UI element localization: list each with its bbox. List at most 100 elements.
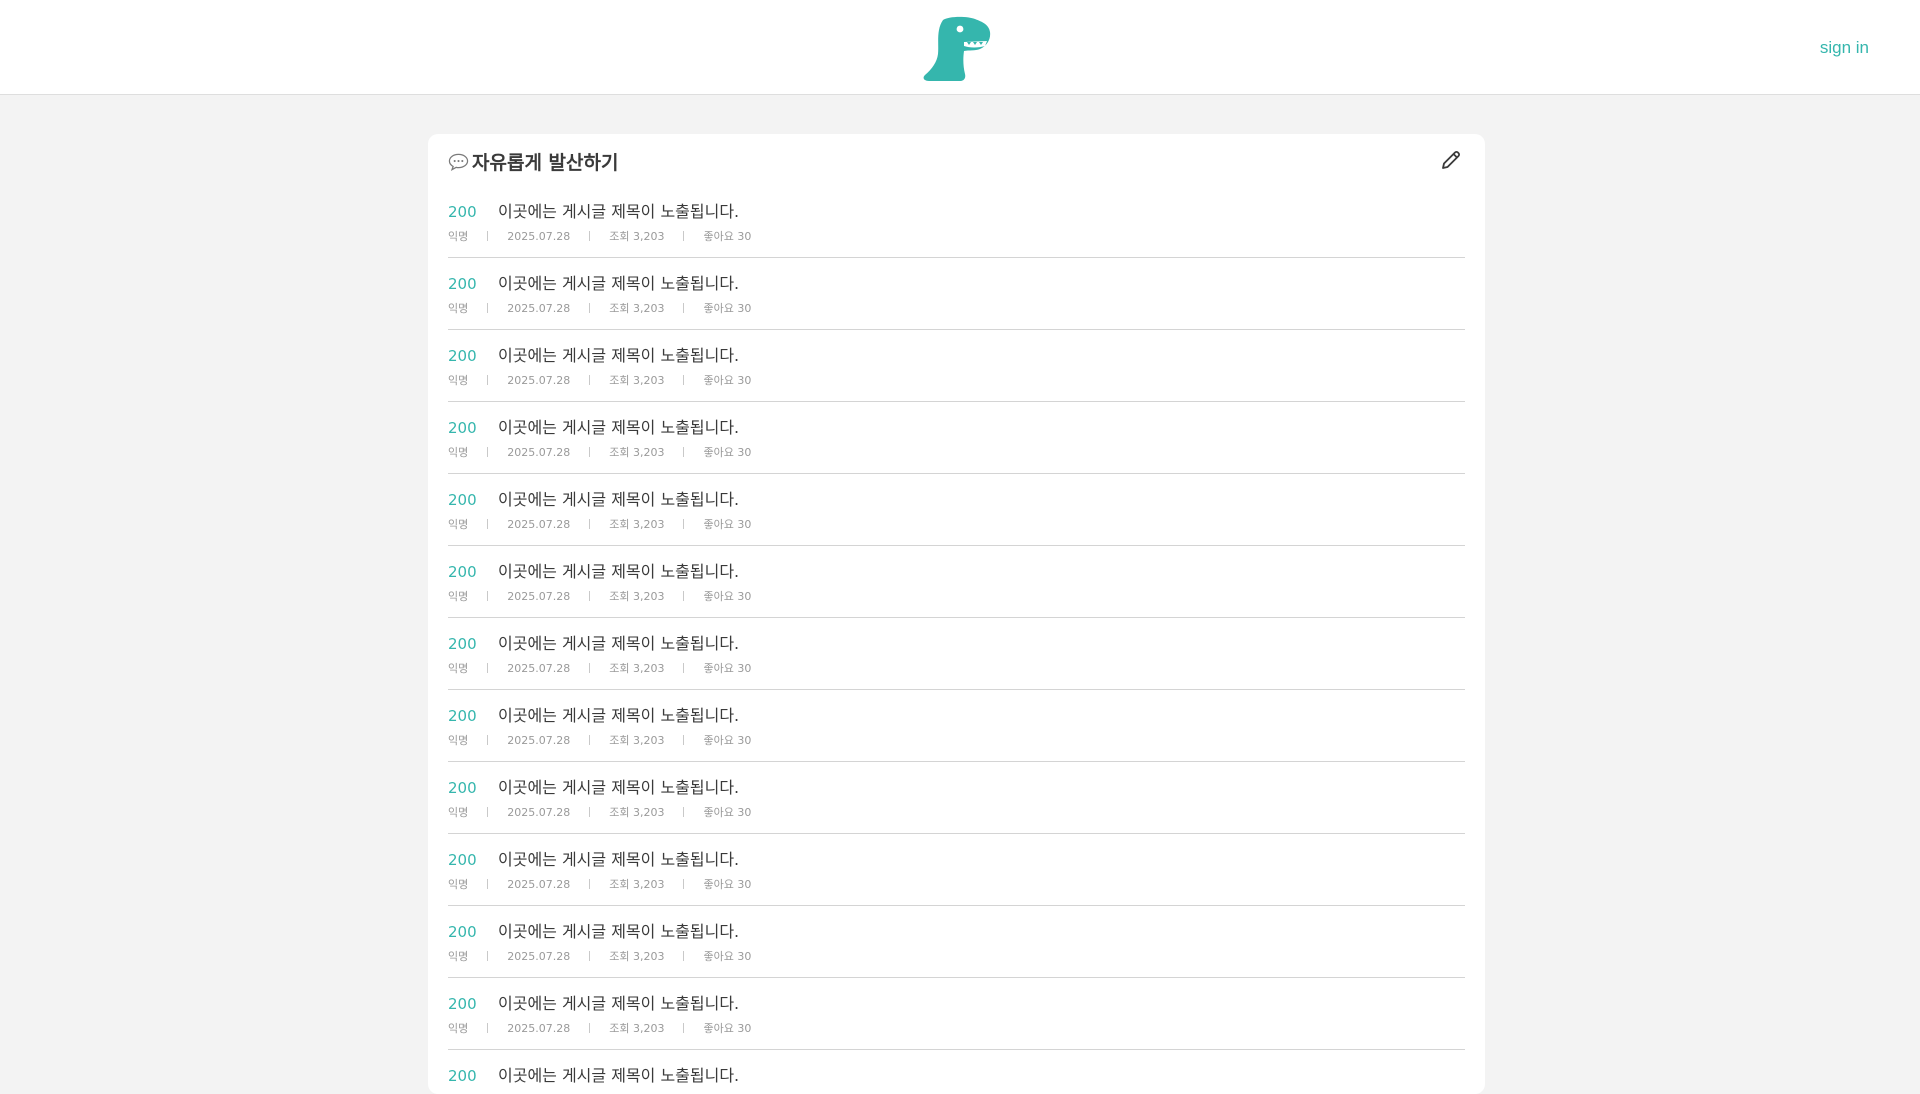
- post-likes: 좋아요 30: [703, 948, 751, 964]
- meta-divider: [589, 879, 590, 889]
- post-item[interactable]: 200 이곳에는 게시글 제목이 노출됩니다. 익명 2025.07.28 조회…: [448, 330, 1465, 402]
- post-likes: 좋아요 30: [703, 300, 751, 316]
- post-title[interactable]: 이곳에는 게시글 제목이 노출됩니다.: [498, 342, 739, 366]
- meta-divider: [487, 519, 488, 529]
- post-author: 익명: [448, 516, 468, 532]
- meta-divider: [683, 879, 684, 889]
- post-title[interactable]: 이곳에는 게시글 제목이 노출됩니다.: [498, 486, 739, 510]
- post-title[interactable]: 이곳에는 게시글 제목이 노출됩니다.: [498, 198, 739, 222]
- post-title[interactable]: 이곳에는 게시글 제목이 노출됩니다.: [498, 414, 739, 438]
- post-headline: 200 이곳에는 게시글 제목이 노출됩니다.: [448, 1062, 739, 1086]
- meta-divider: [589, 375, 590, 385]
- post-date: 2025.07.28: [507, 590, 570, 603]
- post-meta: 익명 2025.07.28 조회 3,203 좋아요 30: [448, 732, 751, 748]
- post-views: 조회 3,203: [609, 444, 664, 460]
- post-meta: 익명 2025.07.28 조회 3,203 좋아요 30: [448, 516, 751, 532]
- meta-divider: [683, 591, 684, 601]
- post-comment-count: 200: [448, 1067, 498, 1085]
- post-author: 익명: [448, 804, 468, 820]
- post-headline: 200 이곳에는 게시글 제목이 노출됩니다.: [448, 630, 739, 654]
- post-comment-count: 200: [448, 275, 498, 293]
- post-author: 익명: [448, 300, 468, 316]
- post-list: 200 이곳에는 게시글 제목이 노출됩니다. 익명 2025.07.28 조회…: [448, 186, 1465, 1094]
- post-views: 조회 3,203: [609, 228, 664, 244]
- meta-divider: [589, 951, 590, 961]
- post-author: 익명: [448, 948, 468, 964]
- post-author: 익명: [448, 660, 468, 676]
- post-item[interactable]: 200 이곳에는 게시글 제목이 노출됩니다. 익명 2025.07.28 조회…: [448, 186, 1465, 258]
- post-meta: 익명 2025.07.28 조회 3,203 좋아요 30: [448, 300, 751, 316]
- board-title-text: 자유롭게 발산하기: [472, 148, 618, 175]
- post-item[interactable]: 200 이곳에는 게시글 제목이 노출됩니다. 익명 2025.07.28 조회…: [448, 906, 1465, 978]
- post-item[interactable]: 200 이곳에는 게시글 제목이 노출됩니다. 익명 2025.07.28 조회…: [448, 618, 1465, 690]
- post-views: 조회 3,203: [609, 588, 664, 604]
- post-item[interactable]: 200 이곳에는 게시글 제목이 노출됩니다. 익명 2025.07.28 조회…: [448, 402, 1465, 474]
- post-date: 2025.07.28: [507, 734, 570, 747]
- post-headline: 200 이곳에는 게시글 제목이 노출됩니다.: [448, 270, 739, 294]
- post-meta: 익명 2025.07.28 조회 3,203 좋아요 30: [448, 228, 751, 244]
- post-comment-count: 200: [448, 779, 498, 797]
- post-item[interactable]: 200 이곳에는 게시글 제목이 노출됩니다. 익명 2025.07.28 조회…: [448, 834, 1465, 906]
- post-comment-count: 200: [448, 563, 498, 581]
- meta-divider: [487, 951, 488, 961]
- meta-divider: [487, 591, 488, 601]
- post-item[interactable]: 200 이곳에는 게시글 제목이 노출됩니다. 익명 2025.07.28 조회…: [448, 1050, 1465, 1094]
- post-likes: 좋아요 30: [703, 1020, 751, 1036]
- meta-divider: [589, 1023, 590, 1033]
- post-item[interactable]: 200 이곳에는 게시글 제목이 노출됩니다. 익명 2025.07.28 조회…: [448, 546, 1465, 618]
- post-author: 익명: [448, 444, 468, 460]
- post-author: 익명: [448, 372, 468, 388]
- board-header: 자유롭게 발산하기: [448, 134, 1465, 186]
- meta-divider: [683, 231, 684, 241]
- post-likes: 좋아요 30: [703, 372, 751, 388]
- post-item[interactable]: 200 이곳에는 게시글 제목이 노출됩니다. 익명 2025.07.28 조회…: [448, 690, 1465, 762]
- post-headline: 200 이곳에는 게시글 제목이 노출됩니다.: [448, 414, 739, 438]
- meta-divider: [487, 303, 488, 313]
- board-title: 자유롭게 발산하기: [448, 148, 618, 175]
- post-item[interactable]: 200 이곳에는 게시글 제목이 노출됩니다. 익명 2025.07.28 조회…: [448, 258, 1465, 330]
- post-views: 조회 3,203: [609, 1020, 664, 1036]
- post-likes: 좋아요 30: [703, 444, 751, 460]
- meta-divider: [683, 663, 684, 673]
- post-date: 2025.07.28: [507, 878, 570, 891]
- post-headline: 200 이곳에는 게시글 제목이 노출됩니다.: [448, 990, 739, 1014]
- sign-in-link[interactable]: sign in: [1820, 38, 1869, 58]
- post-headline: 200 이곳에는 게시글 제목이 노출됩니다.: [448, 486, 739, 510]
- meta-divider: [683, 807, 684, 817]
- post-date: 2025.07.28: [507, 374, 570, 387]
- meta-divider: [589, 807, 590, 817]
- post-likes: 좋아요 30: [703, 804, 751, 820]
- post-title[interactable]: 이곳에는 게시글 제목이 노출됩니다.: [498, 990, 739, 1014]
- post-item[interactable]: 200 이곳에는 게시글 제목이 노출됩니다. 익명 2025.07.28 조회…: [448, 978, 1465, 1050]
- pencil-icon[interactable]: [1439, 148, 1463, 172]
- post-title[interactable]: 이곳에는 게시글 제목이 노출됩니다.: [498, 630, 739, 654]
- meta-divider: [683, 447, 684, 457]
- post-date: 2025.07.28: [507, 950, 570, 963]
- post-title[interactable]: 이곳에는 게시글 제목이 노출됩니다.: [498, 846, 739, 870]
- post-title[interactable]: 이곳에는 게시글 제목이 노출됩니다.: [498, 270, 739, 294]
- meta-divider: [589, 303, 590, 313]
- post-item[interactable]: 200 이곳에는 게시글 제목이 노출됩니다. 익명 2025.07.28 조회…: [448, 474, 1465, 546]
- post-likes: 좋아요 30: [703, 228, 751, 244]
- meta-divider: [487, 375, 488, 385]
- meta-divider: [487, 1023, 488, 1033]
- post-title[interactable]: 이곳에는 게시글 제목이 노출됩니다.: [498, 558, 739, 582]
- post-title[interactable]: 이곳에는 게시글 제목이 노출됩니다.: [498, 918, 739, 942]
- post-comment-count: 200: [448, 347, 498, 365]
- post-title[interactable]: 이곳에는 게시글 제목이 노출됩니다.: [498, 702, 739, 726]
- post-comment-count: 200: [448, 923, 498, 941]
- post-views: 조회 3,203: [609, 732, 664, 748]
- post-meta: 익명 2025.07.28 조회 3,203 좋아요 30: [448, 588, 751, 604]
- post-item[interactable]: 200 이곳에는 게시글 제목이 노출됩니다. 익명 2025.07.28 조회…: [448, 762, 1465, 834]
- post-title[interactable]: 이곳에는 게시글 제목이 노출됩니다.: [498, 1062, 739, 1086]
- meta-divider: [683, 303, 684, 313]
- post-meta: 익명 2025.07.28 조회 3,203 좋아요 30: [448, 1020, 751, 1036]
- post-date: 2025.07.28: [507, 230, 570, 243]
- post-meta: 익명 2025.07.28 조회 3,203 좋아요 30: [448, 372, 751, 388]
- post-date: 2025.07.28: [507, 662, 570, 675]
- post-title[interactable]: 이곳에는 게시글 제목이 노출됩니다.: [498, 774, 739, 798]
- post-headline: 200 이곳에는 게시글 제목이 노출됩니다.: [448, 846, 739, 870]
- post-date: 2025.07.28: [507, 1022, 570, 1035]
- dinosaur-logo-icon[interactable]: [923, 16, 993, 82]
- post-author: 익명: [448, 228, 468, 244]
